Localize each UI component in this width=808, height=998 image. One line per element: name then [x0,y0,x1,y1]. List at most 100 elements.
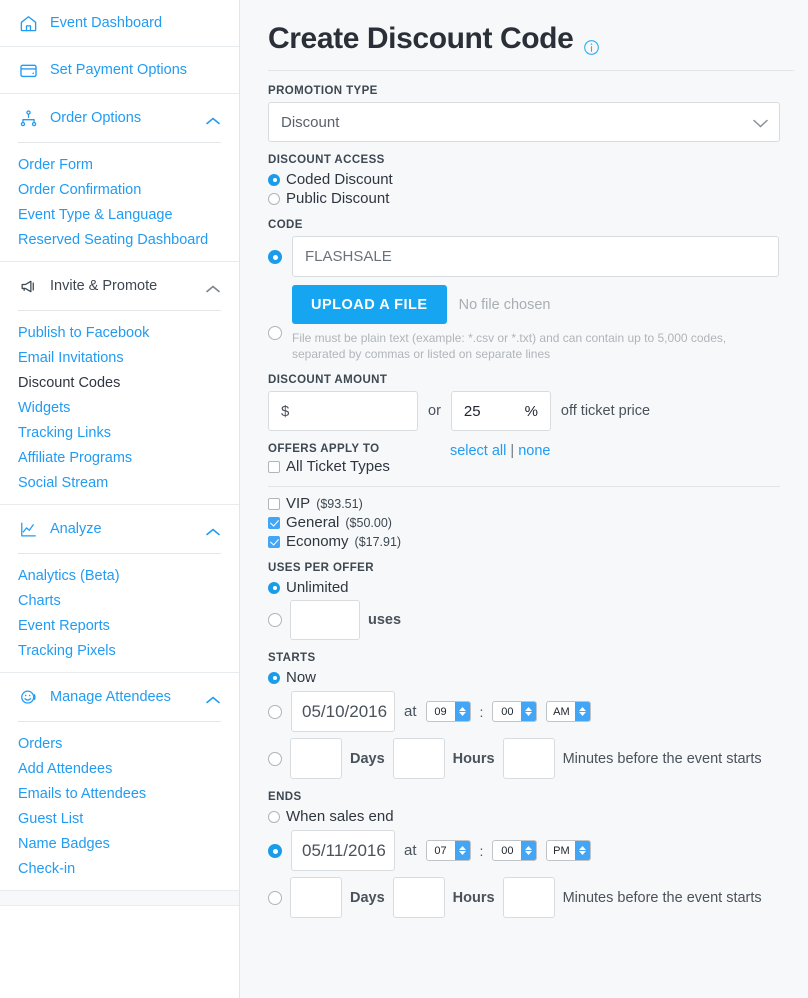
sidebar-item-email-invitations[interactable]: Email Invitations [0,346,239,371]
checkbox-ticket-general[interactable] [268,516,280,529]
sidebar-group-header-analyze[interactable]: Analyze [0,505,239,553]
starts-at-label: at [404,703,417,720]
radio-coded-discount[interactable] [268,173,280,186]
code-input[interactable] [292,236,779,277]
sidebar-footer-divider [0,905,239,935]
spinner-arrows-icon[interactable] [575,702,591,721]
sidebar-group-header-invite-promote[interactable]: Invite & Promote [0,262,239,310]
sidebar-item-event-reports[interactable]: Event Reports [0,614,239,639]
radio-starts-relative[interactable] [268,751,282,766]
sidebar-item-publish-to-facebook[interactable]: Publish to Facebook [0,321,239,346]
sidebar-item-set-payment-options[interactable]: Set Payment Options [0,47,239,94]
sidebar-item-check-in[interactable]: Check-in [0,857,239,882]
sidebar-item-social-stream[interactable]: Social Stream [0,471,239,496]
starts-date-row: 05/10/2016 at 09 : 00 AM [268,691,794,732]
ends-meridiem-spinner[interactable]: PM [546,840,592,861]
radio-starts-on-date[interactable] [268,704,282,719]
ends-minute-spinner[interactable]: 00 [492,840,538,861]
radio-starts-now[interactable] [268,671,280,684]
sidebar-item-orders[interactable]: Orders [0,732,239,757]
radio-row-starts-now[interactable]: Now [268,669,794,686]
sidebar-item-order-form[interactable]: Order Form [0,153,239,178]
checkbox-row-economy[interactable]: Economy ($17.91) [268,533,794,550]
starts-days-input[interactable] [290,738,342,779]
chevron-up-icon[interactable] [205,524,221,536]
sidebar-item-guest-list[interactable]: Guest List [0,807,239,832]
chevron-down-icon[interactable] [752,116,768,128]
discount-access-section: DISCOUNT ACCESS Coded Discount Public Di… [268,154,794,207]
spinner-arrows-icon[interactable] [575,841,591,860]
ends-date-input[interactable]: 05/11/2016 [291,830,395,871]
radio-unlimited-uses[interactable] [268,581,280,594]
sidebar-item-tracking-links[interactable]: Tracking Links [0,421,239,446]
sidebar-group-header-manage-attendees[interactable]: Manage Attendees [0,673,239,721]
radio-row-unlimited-uses[interactable]: Unlimited [268,579,794,596]
starts-hours-input[interactable] [392,738,445,779]
checkbox-ticket-vip[interactable] [268,497,280,510]
starts-date-input[interactable]: 05/10/2016 [291,691,395,732]
select-all-link[interactable]: select all [450,443,506,459]
ends-date-value: 05/11/2016 [302,840,386,860]
radio-when-sales-end[interactable] [268,810,280,823]
spinner-arrows-icon[interactable] [454,702,470,721]
smiley-face-icon [18,687,38,707]
starts-hour-spinner[interactable]: 09 [425,701,471,722]
radio-ends-on-date[interactable] [268,843,282,858]
checkbox-row-general[interactable]: General ($50.00) [268,514,794,531]
sidebar-item-event-type-language[interactable]: Event Type & Language [0,203,239,228]
radio-code-manual[interactable] [268,250,282,264]
ends-hours-input[interactable] [392,877,445,918]
checkbox-all-ticket-types[interactable] [268,460,280,473]
sidebar-item-discount-codes[interactable]: Discount Codes [0,371,239,396]
title-divider [268,70,794,71]
checkbox-ticket-economy[interactable] [268,535,280,548]
sidebar-item-order-confirmation[interactable]: Order Confirmation [0,178,239,203]
ends-hour-spinner[interactable]: 07 [425,840,471,861]
upload-a-file-button[interactable]: UPLOAD A FILE [292,285,447,324]
discount-amount-percent-input[interactable]: 25 % [450,391,551,431]
sidebar-item-event-dashboard[interactable]: Event Dashboard [0,0,239,47]
select-none-link[interactable]: none [518,443,550,459]
radio-public-discount[interactable] [268,192,280,205]
starts-minutes-input[interactable] [502,738,555,779]
links-separator: | [510,443,515,459]
sidebar-item-widgets[interactable]: Widgets [0,396,239,421]
chevron-up-icon[interactable] [205,113,221,125]
ends-minutes-input[interactable] [502,877,555,918]
promotion-type-select[interactable]: Discount [268,102,780,142]
checkbox-row-vip[interactable]: VIP ($93.51) [268,495,794,512]
sidebar-item-affiliate-programs[interactable]: Affiliate Programs [0,446,239,471]
uses-count-input[interactable] [290,600,360,640]
sidebar-item-name-badges[interactable]: Name Badges [0,832,239,857]
discount-amount-currency-input[interactable]: $ [268,391,418,431]
sidebar-item-emails-to-attendees[interactable]: Emails to Attendees [0,782,239,807]
starts-meridiem-spinner[interactable]: AM [546,701,592,722]
radio-ends-relative[interactable] [268,890,282,905]
spinner-arrows-icon[interactable] [521,702,537,721]
radio-row-when-sales-end[interactable]: When sales end [268,808,794,825]
info-circle-icon[interactable] [583,30,601,55]
sidebar-item-tracking-pixels[interactable]: Tracking Pixels [0,639,239,664]
starts-minute-spinner[interactable]: 00 [492,701,538,722]
sidebar-item-reserved-seating-dashboard[interactable]: Reserved Seating Dashboard [0,228,239,253]
sidebar-group-label: Manage Attendees [50,689,171,705]
spinner-arrows-icon[interactable] [521,841,537,860]
uses-per-offer-section: USES PER OFFER Unlimited uses [268,562,794,640]
radio-code-file-upload[interactable] [268,326,282,340]
percent-value: 25 [463,402,481,420]
sidebar-group-header-order-options[interactable]: Order Options [0,94,239,142]
radio-row-public-discount[interactable]: Public Discount [268,190,794,207]
checkbox-row-all-ticket-types[interactable]: All Ticket Types [268,458,390,475]
chevron-up-icon[interactable] [205,281,221,293]
promotion-type-label: PROMOTION TYPE [268,85,378,97]
offers-apply-header: OFFERS APPLY TO All Ticket Types select … [268,443,794,477]
ticket-price-economy: ($17.91) [354,534,402,549]
sidebar-item-add-attendees[interactable]: Add Attendees [0,757,239,782]
spinner-arrows-icon[interactable] [454,841,470,860]
radio-limited-uses[interactable] [268,613,282,627]
chevron-up-icon[interactable] [205,692,221,704]
sidebar-item-charts[interactable]: Charts [0,589,239,614]
radio-row-coded-discount[interactable]: Coded Discount [268,171,794,188]
sidebar-item-analytics-beta[interactable]: Analytics (Beta) [0,564,239,589]
ends-days-input[interactable] [290,877,342,918]
